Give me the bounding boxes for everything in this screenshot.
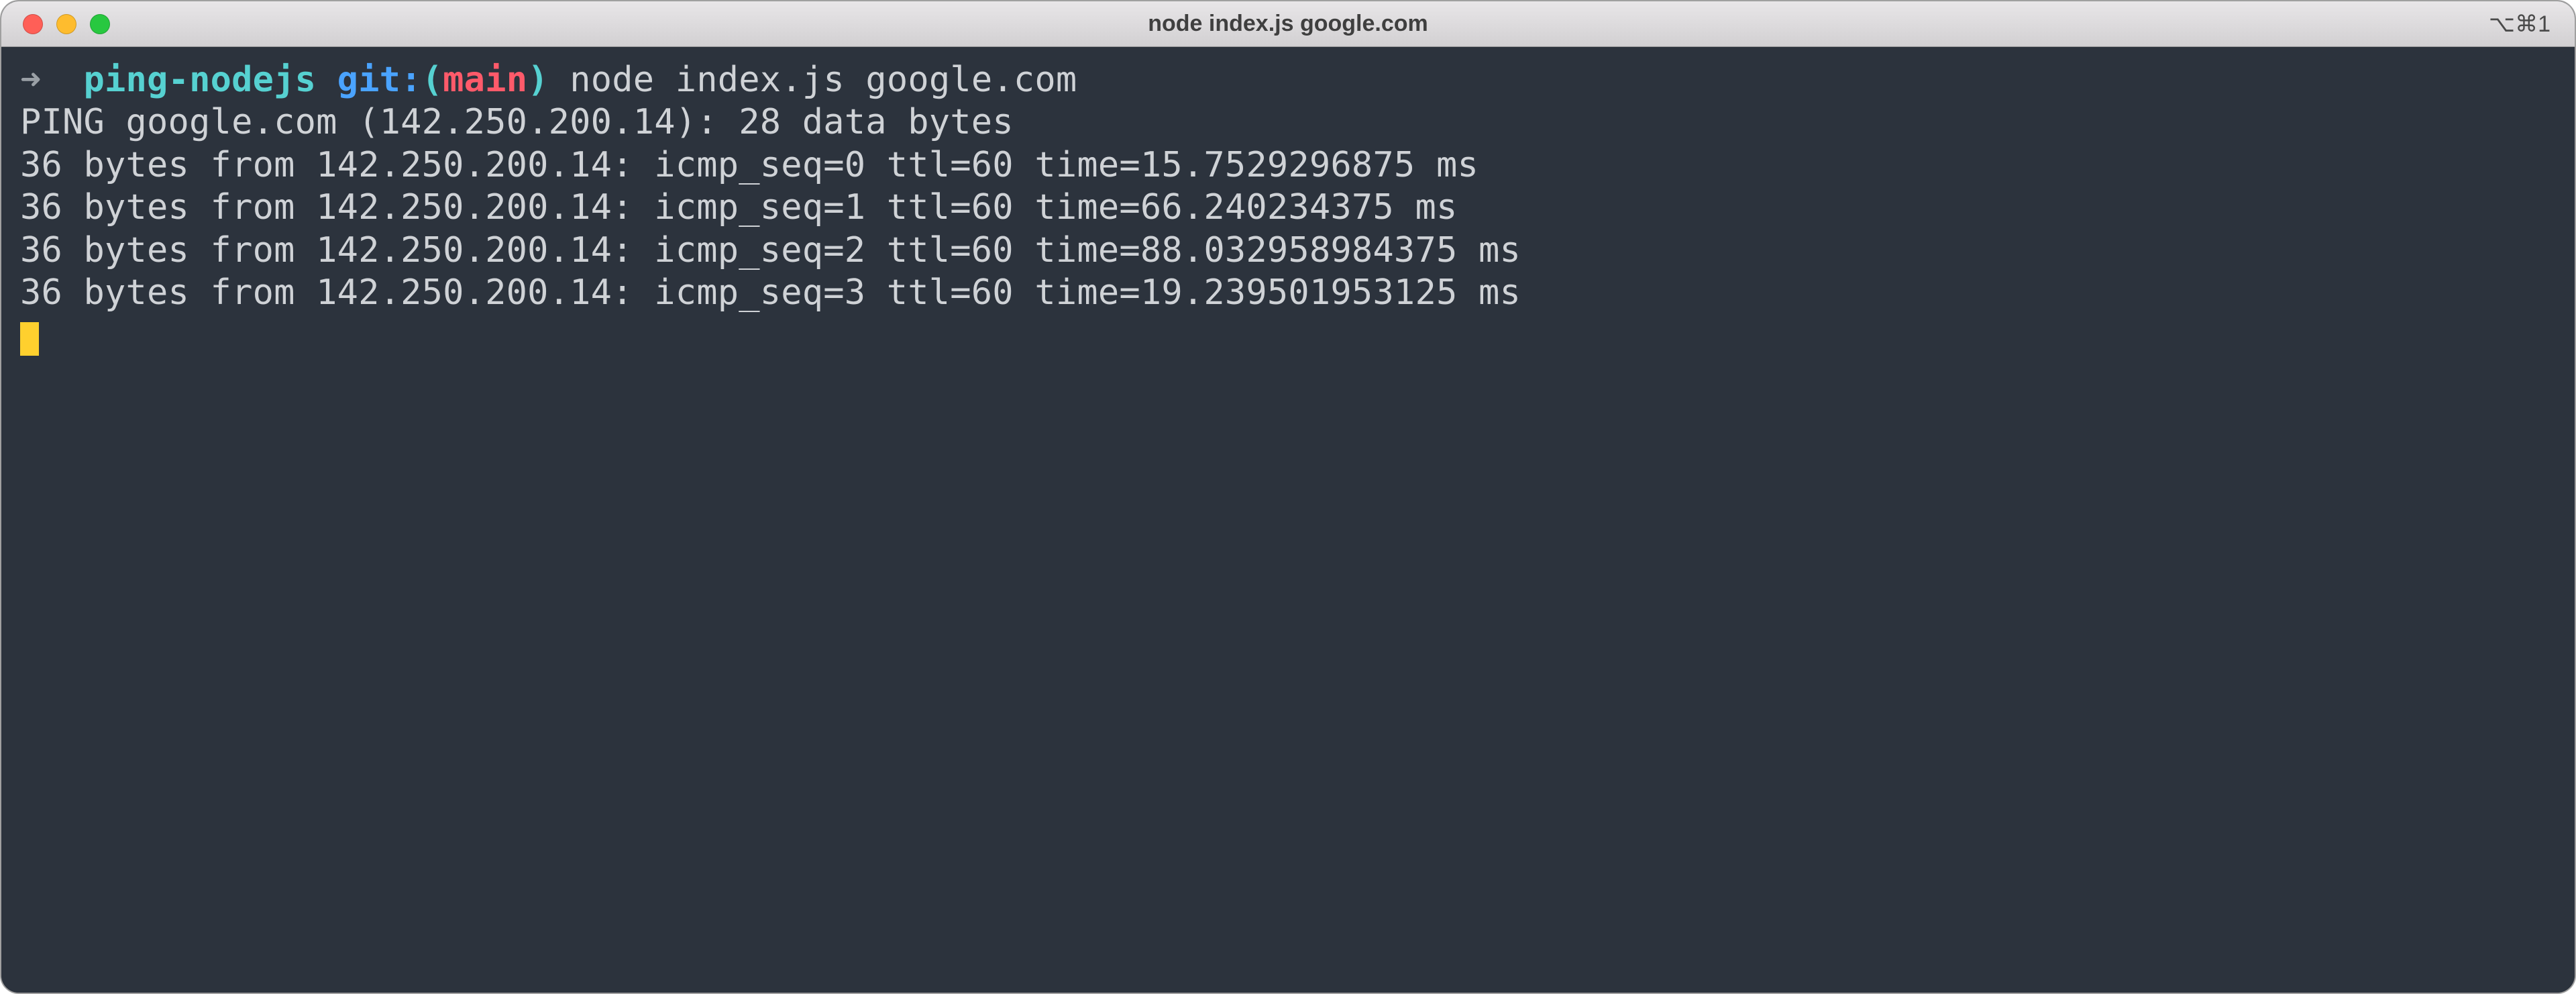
window-title: node index.js google.com	[1, 11, 2575, 37]
output-header: PING google.com (142.250.200.14): 28 dat…	[20, 101, 2556, 144]
output-line: 36 bytes from 142.250.200.14: icmp_seq=1…	[20, 187, 2556, 229]
prompt-command: node index.js google.com	[570, 60, 1077, 100]
output-line: 36 bytes from 142.250.200.14: icmp_seq=3…	[20, 272, 2556, 314]
cursor-icon	[20, 322, 39, 356]
terminal-body[interactable]: ➜ ping-nodejs git:(main) node index.js g…	[1, 47, 2575, 993]
close-icon[interactable]	[23, 14, 43, 34]
prompt-arrow-icon: ➜	[20, 60, 42, 100]
prompt-git-label: git:	[337, 60, 422, 100]
terminal-window: node index.js google.com ⌥⌘1 ➜ ping-node…	[0, 0, 2576, 994]
traffic-lights	[1, 14, 110, 34]
prompt-paren-close: )	[527, 60, 549, 100]
minimize-icon[interactable]	[56, 14, 76, 34]
titlebar[interactable]: node index.js google.com ⌥⌘1	[1, 1, 2575, 47]
prompt-branch: main	[443, 60, 527, 100]
window-shortcut: ⌥⌘1	[2489, 11, 2551, 38]
prompt-paren-open: (	[422, 60, 443, 100]
output-line: 36 bytes from 142.250.200.14: icmp_seq=2…	[20, 230, 2556, 272]
output-line: 36 bytes from 142.250.200.14: icmp_seq=0…	[20, 144, 2556, 187]
prompt-line: ➜ ping-nodejs git:(main) node index.js g…	[20, 59, 2556, 101]
maximize-icon[interactable]	[90, 14, 110, 34]
prompt-dir: ping-nodejs	[84, 60, 317, 100]
